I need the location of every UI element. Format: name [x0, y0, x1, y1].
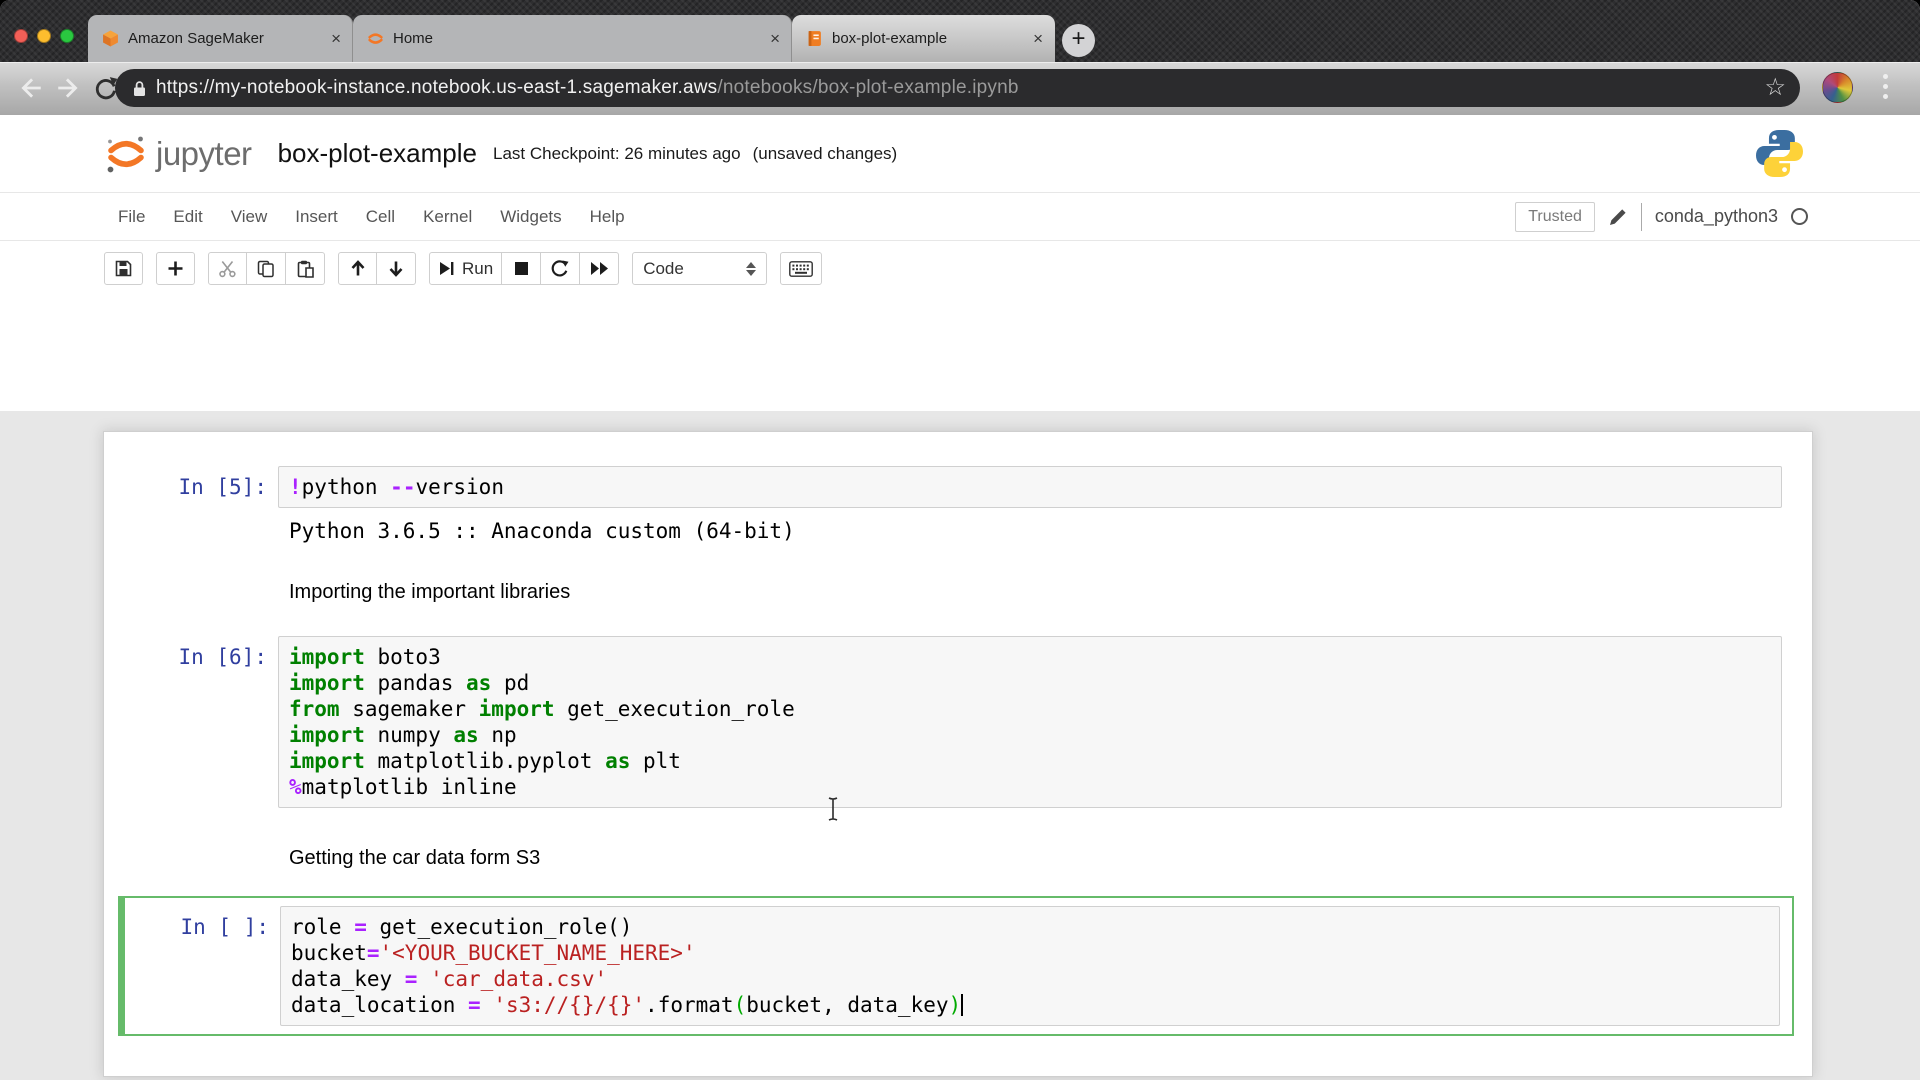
lock-icon	[133, 80, 146, 97]
menu-item-edit[interactable]: Edit	[159, 193, 216, 240]
fast-forward-icon	[590, 261, 609, 276]
notebook-container: In [5]:!python --versionPython 3.6.5 :: …	[103, 431, 1813, 1077]
notebook-scroll-area[interactable]: In [5]:!python --versionPython 3.6.5 :: …	[0, 411, 1920, 1080]
profile-avatar[interactable]	[1822, 72, 1853, 103]
menu-item-view[interactable]: View	[217, 193, 282, 240]
kernel-status-icon	[1791, 208, 1808, 225]
close-window-button[interactable]	[14, 29, 28, 43]
zoom-window-button[interactable]	[60, 29, 74, 43]
save-button[interactable]	[104, 252, 143, 285]
url-path: /notebooks/box-plot-example.ipynb	[717, 77, 1018, 98]
bookmark-star-icon[interactable]: ☆	[1764, 76, 1786, 100]
tab-title: Home	[393, 30, 762, 47]
menu-item-help[interactable]: Help	[576, 193, 639, 240]
cell-prompt: In [5]:	[118, 466, 278, 508]
browser-tab-amazon-sagemaker[interactable]: Amazon SageMaker ×	[88, 15, 353, 62]
checkpoint-status: Last Checkpoint: 26 minutes ago	[493, 144, 741, 164]
divider	[1641, 203, 1642, 231]
new-tab-button[interactable]: +	[1062, 24, 1095, 57]
jupyter-page: jupyter box-plot-example Last Checkpoint…	[0, 115, 1920, 1080]
output-text: Python 3.6.5 :: Anaconda custom (64-bit)	[278, 518, 795, 544]
save-icon	[115, 260, 132, 277]
browser-window: Amazon SageMaker×Home×box-plot-example× …	[0, 0, 1920, 1080]
python-logo-icon	[1752, 126, 1807, 181]
code-cell[interactable]: In [5]:!python --version	[118, 460, 1796, 514]
trusted-button[interactable]: Trusted	[1515, 202, 1595, 232]
cell-code-editor[interactable]: !python --version	[278, 466, 1782, 508]
cut-icon	[218, 260, 237, 278]
add-cell-icon	[167, 260, 184, 277]
markdown-cell[interactable]: Importing the important libraries	[289, 578, 1782, 606]
jupyter-wordmark: jupyter	[156, 135, 252, 173]
copy-icon	[257, 260, 275, 278]
notebook-title[interactable]: box-plot-example	[278, 138, 477, 169]
cell-code-editor[interactable]: import boto3import pandas as pdfrom sage…	[278, 636, 1782, 808]
url-text: https://my-notebook-instance.notebook.us…	[156, 77, 1754, 99]
keyboard-icon	[789, 261, 813, 277]
select-arrows-icon	[746, 262, 756, 276]
move-down-button[interactable]	[377, 252, 416, 285]
jupyter-ring-icon	[367, 30, 384, 47]
forward-arrow-icon[interactable]	[55, 75, 81, 101]
cell-code-editor[interactable]: role = get_execution_role()bucket='<YOUR…	[280, 906, 1780, 1026]
move-up-button[interactable]	[338, 252, 377, 285]
cell-prompt: In [ ]:	[120, 906, 280, 1026]
browser-menu-icon[interactable]	[1883, 74, 1889, 104]
notebook-header: jupyter box-plot-example Last Checkpoint…	[0, 115, 1920, 192]
browser-tab-box-plot-example[interactable]: box-plot-example ×	[792, 15, 1055, 62]
run-icon	[438, 260, 455, 277]
close-tab-icon[interactable]: ×	[331, 30, 341, 47]
window-controls	[14, 29, 74, 43]
run-button-label: Run	[462, 259, 493, 279]
notebook-toolbar: Run Code	[0, 241, 1920, 296]
paste-button[interactable]	[286, 252, 325, 285]
paste-icon	[297, 260, 314, 278]
edit-pencil-icon[interactable]	[1608, 207, 1628, 227]
tab-title: box-plot-example	[832, 30, 1025, 47]
back-arrow-icon[interactable]	[18, 75, 44, 101]
menu-item-widgets[interactable]: Widgets	[486, 193, 575, 240]
markdown-cell[interactable]: Getting the car data form S3	[289, 844, 1782, 872]
code-cell[interactable]: In [6]:import boto3import pandas as pdfr…	[118, 630, 1796, 814]
restart-button[interactable]	[541, 252, 580, 285]
jupyter-logo-icon[interactable]	[104, 132, 148, 176]
address-bar[interactable]: https://my-notebook-instance.notebook.us…	[115, 69, 1800, 107]
menu-item-file[interactable]: File	[104, 193, 159, 240]
kernel-name[interactable]: conda_python3	[1655, 206, 1778, 227]
cell-type-select[interactable]: Code	[632, 252, 767, 285]
close-tab-icon[interactable]: ×	[1033, 30, 1043, 47]
code-cell-selected[interactable]: In [ ]:role = get_execution_role()bucket…	[118, 896, 1794, 1036]
cell-prompt: In [6]:	[118, 636, 278, 808]
notebook-orange-icon	[806, 30, 823, 47]
menu-item-insert[interactable]: Insert	[281, 193, 352, 240]
stop-button[interactable]	[502, 252, 541, 285]
close-tab-icon[interactable]: ×	[770, 30, 780, 47]
minimize-window-button[interactable]	[37, 29, 51, 43]
move-down-icon	[388, 260, 404, 277]
restart-icon	[551, 260, 569, 278]
browser-tab-strip: Amazon SageMaker×Home×box-plot-example× …	[0, 0, 1920, 62]
unsaved-changes-label: (unsaved changes)	[753, 144, 898, 164]
notebook-menubar: FileEditViewInsertCellKernelWidgetsHelp …	[0, 192, 1920, 241]
browser-tab-home[interactable]: Home ×	[353, 15, 792, 62]
cell-output: Python 3.6.5 :: Anaconda custom (64-bit)	[118, 514, 1796, 548]
text-cursor	[961, 994, 963, 1016]
cut-button[interactable]	[208, 252, 247, 285]
stop-icon	[514, 261, 529, 276]
menu-item-kernel[interactable]: Kernel	[409, 193, 486, 240]
url-host: https://my-notebook-instance.notebook.us…	[156, 77, 717, 98]
add-cell-button[interactable]	[156, 252, 195, 285]
run-button[interactable]: Run	[429, 252, 502, 285]
keyboard-shortcuts-button[interactable]	[780, 252, 822, 285]
menu-item-cell[interactable]: Cell	[352, 193, 409, 240]
move-up-icon	[350, 260, 366, 277]
tab-title: Amazon SageMaker	[128, 30, 323, 47]
fast-forward-button[interactable]	[580, 252, 619, 285]
copy-button[interactable]	[247, 252, 286, 285]
sagemaker-cube-icon	[102, 30, 119, 47]
cell-type-value: Code	[643, 259, 746, 279]
